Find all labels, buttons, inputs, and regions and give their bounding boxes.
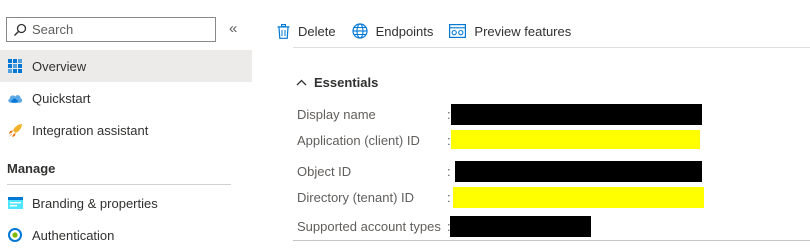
essentials-row-object-id: Object ID : <box>297 161 797 183</box>
section-title-manage: Manage <box>7 161 56 176</box>
rocket-icon <box>7 122 23 138</box>
preview-features-button[interactable]: Preview features <box>449 24 571 39</box>
delete-button[interactable]: Delete <box>277 23 336 39</box>
trash-icon <box>277 23 290 39</box>
essentials-row-supported-account-types: Supported account types : <box>297 216 797 238</box>
command-bar: Delete Endpoints Preview features <box>277 20 587 42</box>
redacted-value-black <box>451 104 702 125</box>
field-label: Directory (tenant) ID <box>297 190 415 205</box>
sidebar-item-label: Quickstart <box>32 90 91 106</box>
branding-icon <box>7 195 23 211</box>
field-separator: : <box>447 164 451 179</box>
redacted-value-yellow <box>451 130 700 149</box>
search-input[interactable] <box>32 22 202 37</box>
cloud-icon <box>7 90 23 106</box>
authentication-icon <box>7 227 23 243</box>
sidebar-item-integration-assistant[interactable]: Integration assistant <box>0 114 252 146</box>
chevron-up-icon <box>296 79 307 86</box>
sidebar-item-label: Branding & properties <box>32 195 158 211</box>
sidebar-item-label: Authentication <box>32 227 115 243</box>
field-label: Display name <box>297 107 376 122</box>
field-label: Supported account types <box>297 219 441 234</box>
essentials-row-application-id: Application (client) ID : <box>297 130 797 152</box>
preview-features-icon <box>449 24 467 38</box>
essentials-row-display-name: Display name : <box>297 104 797 126</box>
overview-grid-icon <box>7 58 23 74</box>
search-box[interactable] <box>6 17 216 42</box>
sidebar-item-label: Integration assistant <box>32 122 149 138</box>
endpoints-label: Endpoints <box>375 23 434 39</box>
redacted-value-yellow <box>453 187 704 208</box>
endpoints-button[interactable]: Endpoints <box>351 23 434 39</box>
redacted-value-black <box>455 161 702 182</box>
redacted-value-black <box>450 216 591 237</box>
sidebar-item-label: Overview <box>32 58 87 74</box>
essentials-row-directory-id: Directory (tenant) ID : <box>297 187 797 209</box>
delete-label: Delete <box>298 23 336 39</box>
globe-icon <box>351 23 368 39</box>
sidebar-item-quickstart[interactable]: Quickstart <box>0 82 252 114</box>
main-content: Delete Endpoints Preview features Essent… <box>253 0 810 243</box>
field-label: Application (client) ID <box>297 133 420 148</box>
sidebar-item-overview[interactable]: Overview <box>0 50 252 82</box>
sidebar-item-branding-properties[interactable]: Branding & properties <box>0 187 252 219</box>
section-divider <box>7 184 231 185</box>
field-separator: : <box>447 190 451 205</box>
collapse-sidebar-button[interactable]: « <box>229 20 237 37</box>
essentials-divider <box>293 240 810 241</box>
essentials-title: Essentials <box>314 75 379 90</box>
sidebar-item-authentication[interactable]: Authentication <box>0 219 252 251</box>
preview-features-label: Preview features <box>474 23 572 39</box>
search-icon <box>14 23 27 36</box>
field-label: Object ID <box>297 164 352 179</box>
toolbar-divider <box>293 47 810 48</box>
essentials-toggle[interactable]: Essentials <box>296 75 378 90</box>
sidebar: « Overview Quickstart <box>0 0 253 243</box>
